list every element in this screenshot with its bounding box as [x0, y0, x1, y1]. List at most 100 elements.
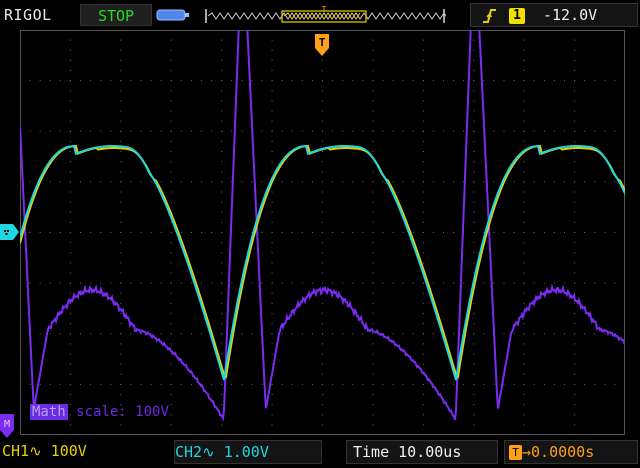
grid-dot	[543, 282, 545, 284]
grid-dot	[432, 282, 434, 284]
grid-dot	[332, 383, 334, 385]
grid-dot	[190, 333, 192, 335]
grid-dot	[120, 313, 122, 314]
grid-dot	[271, 313, 273, 314]
grid-dot	[211, 232, 213, 233]
ch1-scale[interactable]: CH1∿ 100V	[2, 440, 142, 464]
grid-dot	[251, 181, 253, 183]
grid-dot	[170, 70, 172, 71]
grid-dot	[261, 282, 263, 284]
grid-dot	[473, 323, 475, 325]
grid-dot	[221, 161, 223, 163]
grid-dot	[120, 201, 122, 203]
grid-dot	[322, 373, 323, 375]
grid-dot	[291, 80, 293, 82]
grid-dot	[291, 383, 293, 385]
grid-dot	[271, 333, 273, 335]
grid-dot	[69, 120, 71, 122]
ch-offset-marker[interactable]	[0, 222, 20, 242]
grid-dot	[100, 333, 102, 335]
memory-position-bar[interactable]: T	[204, 6, 446, 26]
grid-dot	[170, 39, 172, 41]
grid-dot	[553, 383, 555, 385]
grid-dot	[543, 333, 545, 335]
grid-dot	[473, 161, 475, 163]
math-offset-marker[interactable]: M	[0, 414, 20, 438]
timebase[interactable]: Time 10.00us	[346, 440, 498, 464]
grid-dot	[251, 333, 253, 335]
grid-dot	[69, 333, 71, 335]
grid-dot	[251, 80, 253, 82]
grid-dot	[463, 282, 465, 284]
grid-dot	[170, 221, 172, 223]
grid-dot	[271, 383, 273, 385]
grid-dot	[533, 333, 535, 335]
grid-dot	[261, 130, 263, 132]
grid-dot	[453, 80, 455, 82]
ch2-scale[interactable]: CH2∿ 1.00V	[174, 440, 322, 464]
grid-dot	[513, 181, 515, 183]
grid-dot	[69, 161, 71, 163]
trigger-offset[interactable]: T →0.0000s	[504, 440, 638, 464]
grid-dot	[564, 383, 565, 385]
grid-dot	[473, 302, 475, 304]
grid-dot	[281, 130, 283, 132]
grid-dot	[422, 171, 424, 173]
grid-dot	[322, 80, 323, 82]
grid-dot	[574, 80, 576, 82]
grid-dot	[523, 302, 525, 304]
grid-dot	[241, 181, 243, 183]
grid-dot	[180, 333, 182, 335]
grid-dot	[80, 282, 81, 284]
grid-dot	[362, 333, 364, 335]
grid-dot	[190, 181, 192, 183]
grid-dot	[301, 181, 303, 183]
grid-dot	[564, 333, 565, 335]
grid-dot	[221, 404, 223, 406]
grid-dot	[473, 363, 475, 365]
grid-dot	[130, 80, 132, 82]
grid-dot	[473, 272, 475, 274]
grid-dot	[332, 232, 334, 233]
grid-dot	[291, 232, 293, 233]
grid-dot	[80, 333, 81, 335]
grid-dot	[271, 414, 273, 416]
grid-dot	[90, 383, 92, 385]
grid-dot	[170, 353, 172, 355]
grid-dot	[523, 373, 525, 375]
grid-dot	[322, 140, 323, 142]
grid-dot	[120, 49, 122, 51]
grid-dot	[221, 130, 223, 132]
grid-dot	[170, 333, 172, 335]
run-stop-status[interactable]: STOP	[80, 4, 152, 26]
grid-dot	[422, 414, 424, 416]
grid-dot	[332, 181, 334, 183]
grid-dot	[322, 252, 323, 254]
grid-dot	[180, 181, 182, 183]
grid-dot	[574, 151, 576, 152]
grid-dot	[322, 191, 323, 193]
grid-dot	[513, 80, 515, 82]
grid-dot	[584, 282, 586, 284]
grid-dot	[140, 80, 142, 82]
grid-dot	[322, 272, 323, 274]
grid-dot	[422, 80, 424, 82]
top-status-bar: RIGOL STOP T 1 -12.0V	[0, 0, 640, 30]
waveform-display[interactable]: T	[20, 30, 625, 435]
grid-dot	[352, 181, 354, 183]
grid-dot	[271, 130, 273, 132]
grid-dot	[453, 181, 455, 183]
grid-dot	[170, 151, 172, 152]
grid-dot	[473, 232, 475, 233]
grid-dot	[372, 262, 374, 264]
grid-dot	[170, 100, 172, 102]
grid-dot	[473, 151, 475, 152]
grid-dot	[523, 110, 525, 112]
grid-dot	[170, 120, 172, 122]
grid-dot	[574, 49, 576, 51]
grid-dot	[513, 333, 515, 335]
trigger-settings[interactable]: 1 -12.0V	[470, 3, 638, 27]
grid-dot	[69, 272, 71, 274]
grid-dot	[473, 333, 475, 335]
grid-dot	[69, 70, 71, 71]
